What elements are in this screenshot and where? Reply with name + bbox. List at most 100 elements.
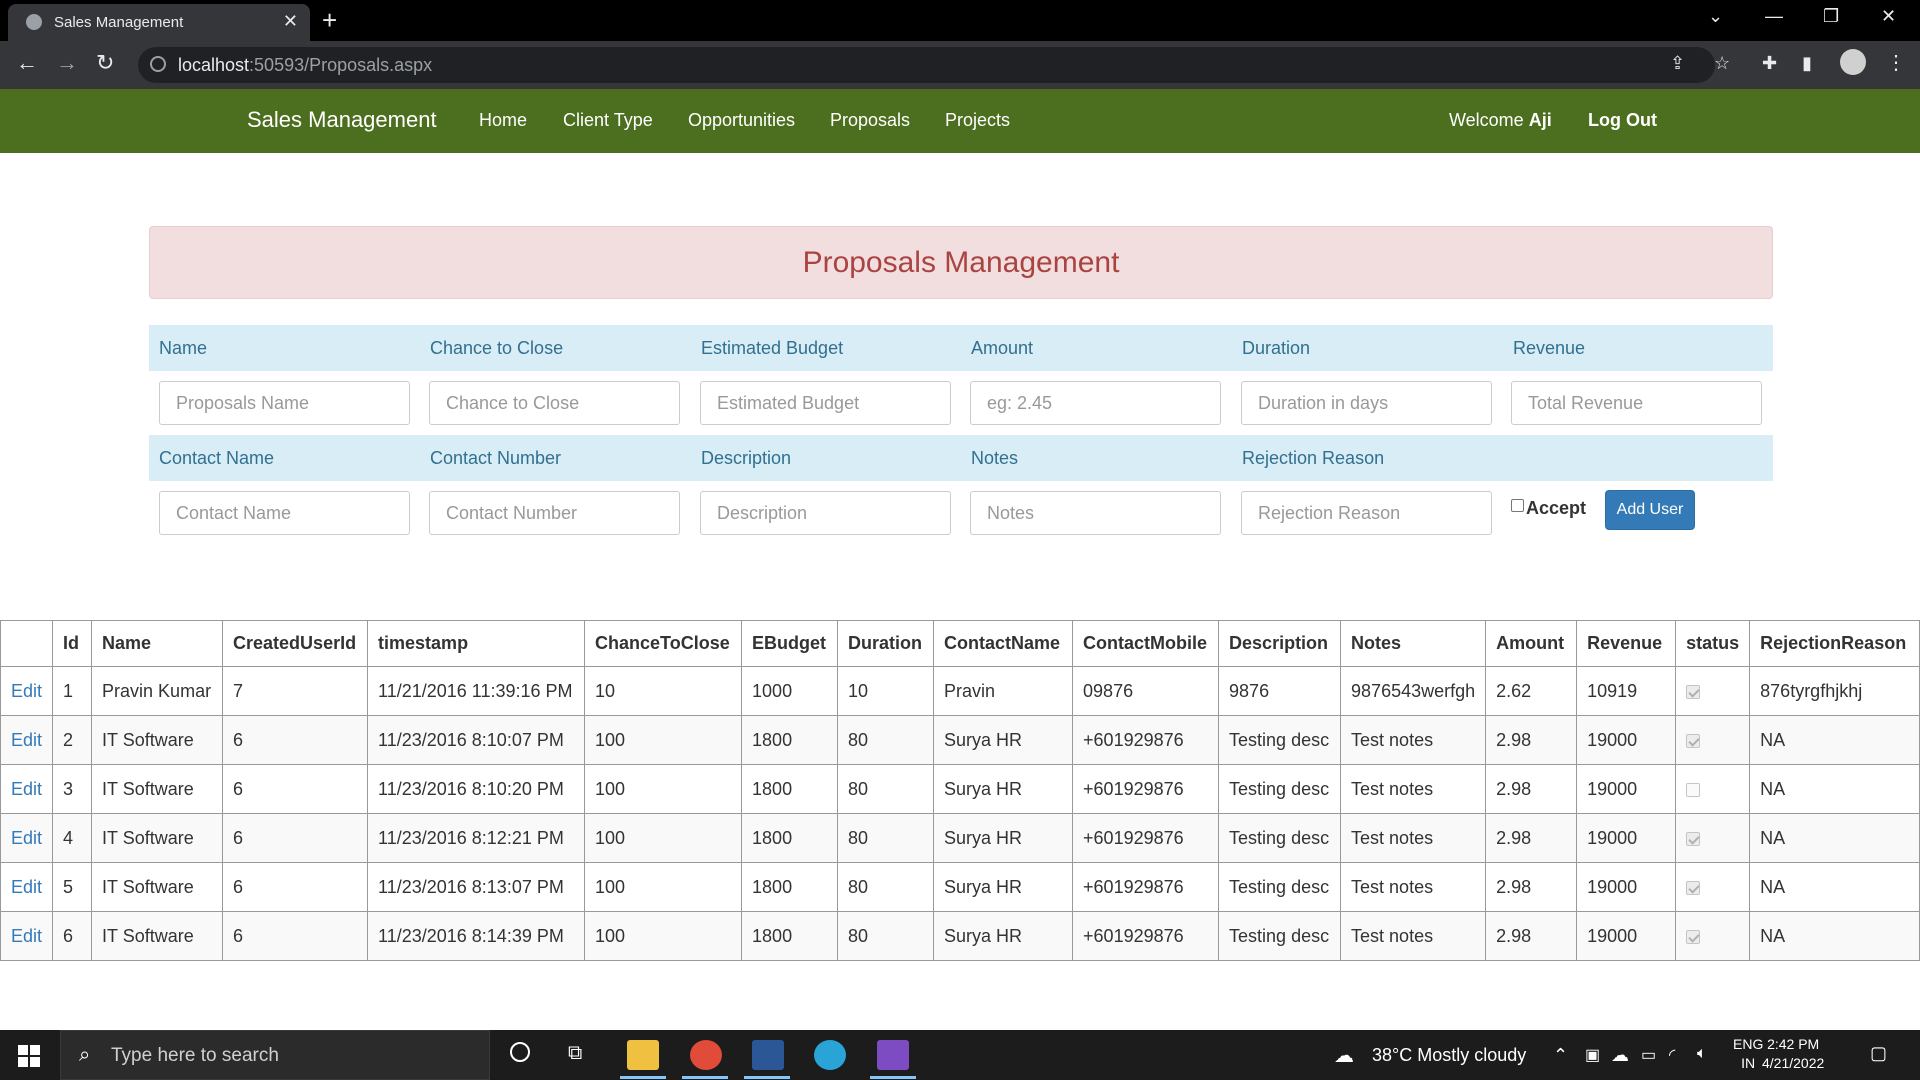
- edit-link[interactable]: Edit: [11, 877, 42, 897]
- show-hidden-icons[interactable]: ⌃: [1553, 1045, 1568, 1066]
- chrome-icon[interactable]: [690, 1040, 722, 1070]
- cell-amount: 2.98: [1485, 911, 1578, 961]
- address-bar[interactable]: localhost:50593/Proposals.aspx ⇪: [138, 47, 1715, 83]
- cell-ebudget: 1800: [741, 862, 839, 912]
- chance-to-close-input[interactable]: [429, 381, 680, 425]
- edit-link[interactable]: Edit: [11, 681, 42, 701]
- cell-contact: Surya HR: [933, 862, 1074, 912]
- cell-created: 6: [222, 862, 369, 912]
- cell-status: [1675, 862, 1751, 912]
- menu-kebab-icon[interactable]: ⋮: [1886, 50, 1906, 75]
- edit-link[interactable]: Edit: [11, 926, 42, 946]
- new-tab-icon[interactable]: +: [322, 6, 337, 34]
- active-indicator: [870, 1076, 916, 1079]
- cell-duration: 80: [837, 764, 935, 814]
- duration-input[interactable]: [1241, 381, 1492, 425]
- cell-rejection: NA: [1749, 715, 1920, 765]
- input-language[interactable]: ENG IN: [1733, 1035, 1763, 1073]
- cell-rejection: NA: [1749, 764, 1920, 814]
- file-explorer-icon[interactable]: [627, 1040, 659, 1070]
- extensions-icon[interactable]: ✚: [1762, 53, 1777, 74]
- weather-text[interactable]: 38°C Mostly cloudy: [1372, 1045, 1526, 1066]
- revenue-input[interactable]: [1511, 381, 1762, 425]
- cell-notes: 9876543werfgh: [1340, 666, 1487, 716]
- status-checkbox: [1686, 929, 1701, 944]
- cell-status: [1675, 764, 1751, 814]
- profile-avatar[interactable]: [1840, 49, 1866, 75]
- cell-id: 4: [52, 813, 93, 863]
- cell-created: 6: [222, 911, 369, 961]
- cell-contact: Surya HR: [933, 911, 1074, 961]
- site-info-icon[interactable]: [150, 56, 166, 72]
- cortana-icon[interactable]: [510, 1042, 530, 1062]
- word-icon[interactable]: [752, 1040, 784, 1070]
- tab-search-icon[interactable]: ⌄: [1708, 6, 1723, 27]
- nav-proposals[interactable]: Proposals: [830, 110, 910, 131]
- taskbar-clock[interactable]: 2:42 PM 4/21/2022: [1762, 1035, 1824, 1073]
- edit-link[interactable]: Edit: [11, 828, 42, 848]
- share-icon[interactable]: ⇪: [1670, 53, 1685, 74]
- visual-studio-icon[interactable]: [877, 1040, 909, 1070]
- estimated-budget-input[interactable]: [700, 381, 951, 425]
- page-title: Proposals Management: [802, 246, 1120, 279]
- nav-client-type[interactable]: Client Type: [563, 110, 653, 131]
- rejection-reason-input[interactable]: [1241, 491, 1492, 535]
- add-user-button[interactable]: Add User: [1605, 490, 1695, 530]
- taskbar-search[interactable]: ⌕ Type here to search: [60, 1030, 490, 1080]
- browser-tab[interactable]: Sales Management ✕: [8, 4, 310, 41]
- logout-link[interactable]: Log Out: [1588, 110, 1657, 131]
- bookmark-star-icon[interactable]: ☆: [1714, 53, 1730, 74]
- close-tab-icon[interactable]: ✕: [283, 11, 298, 32]
- cell-mobile: 09876: [1072, 666, 1220, 716]
- forward-icon[interactable]: →: [56, 50, 78, 76]
- cell-contact: Surya HR: [933, 715, 1074, 765]
- cell-amount: 2.98: [1485, 862, 1578, 912]
- col-header-contactmobile: ContactMobile: [1072, 620, 1220, 667]
- label-notes: Notes: [971, 448, 1019, 468]
- weather-cloud-icon[interactable]: ☁: [1334, 1043, 1354, 1068]
- app-navbar: Sales Management Home Client Type Opport…: [0, 89, 1920, 153]
- contact-number-input[interactable]: [429, 491, 680, 535]
- table-row: Edit 5 IT Software 6 11/23/2016 8:13:07 PM 10…: [0, 862, 1920, 912]
- welcome-text: Welcome Aji: [1449, 110, 1552, 130]
- volume-icon[interactable]: 🔈︎: [1697, 1045, 1707, 1063]
- nav-opportunities[interactable]: Opportunities: [688, 110, 795, 131]
- accept-checkbox[interactable]: [1511, 499, 1524, 512]
- onedrive-icon[interactable]: ☁: [1611, 1045, 1629, 1066]
- notifications-icon[interactable]: ▢: [1870, 1043, 1887, 1064]
- cell-amount: 2.62: [1485, 666, 1578, 716]
- cell-chance: 10: [584, 666, 743, 716]
- minimize-icon[interactable]: —: [1765, 6, 1783, 27]
- back-icon[interactable]: ←: [16, 50, 38, 76]
- close-window-icon[interactable]: ✕: [1881, 6, 1896, 27]
- battery-icon[interactable]: ▭: [1641, 1045, 1656, 1065]
- edit-link[interactable]: Edit: [11, 779, 42, 799]
- col-header-edit: [0, 620, 54, 667]
- contact-name-input[interactable]: [159, 491, 410, 535]
- label-rejection-reason: Rejection Reason: [1242, 448, 1385, 468]
- cell-rejection: NA: [1749, 911, 1920, 961]
- brand-link[interactable]: Sales Management: [247, 107, 437, 133]
- cell-notes: Test notes: [1340, 911, 1487, 961]
- restore-icon[interactable]: ❐: [1823, 6, 1839, 27]
- wifi-icon[interactable]: ◜: [1669, 1045, 1675, 1065]
- cell-notes: Test notes: [1340, 862, 1487, 912]
- description-input[interactable]: [700, 491, 951, 535]
- meet-icon[interactable]: ▣: [1585, 1045, 1600, 1065]
- amount-input[interactable]: [970, 381, 1221, 425]
- nav-home[interactable]: Home: [479, 110, 527, 131]
- side-panel-icon[interactable]: ▮: [1802, 53, 1812, 74]
- nav-projects[interactable]: Projects: [945, 110, 1010, 131]
- proposal-name-input[interactable]: [159, 381, 410, 425]
- accept-checkbox-label[interactable]: Accept: [1511, 498, 1586, 519]
- cell-timestamp: 11/23/2016 8:13:07 PM: [367, 862, 586, 912]
- url-text[interactable]: localhost:50593/Proposals.aspx: [178, 55, 432, 76]
- notes-input[interactable]: [970, 491, 1221, 535]
- windows-start-icon[interactable]: [18, 1045, 40, 1067]
- edge-icon[interactable]: [814, 1040, 846, 1070]
- edit-link[interactable]: Edit: [11, 730, 42, 750]
- cell-created: 7: [222, 666, 369, 716]
- label-chance-to-close: Chance to Close: [430, 338, 564, 358]
- reload-icon[interactable]: ↻: [96, 50, 114, 76]
- task-view-icon[interactable]: ⧉: [568, 1042, 582, 1065]
